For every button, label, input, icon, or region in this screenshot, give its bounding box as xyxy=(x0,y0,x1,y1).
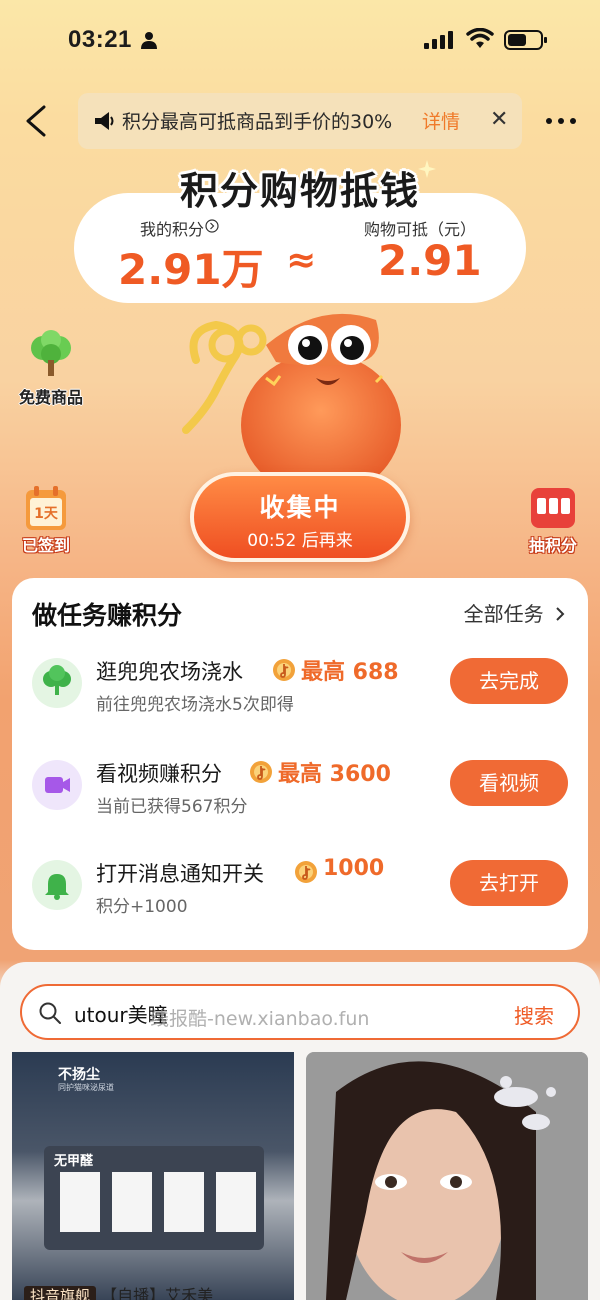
collect-status-text: 收集中 xyxy=(259,493,341,522)
task-action-button[interactable]: 去打开 xyxy=(450,860,568,906)
product-image-subline: 同护猫咪泌尿道 xyxy=(58,1083,114,1092)
deduct-value: 2.91 xyxy=(378,236,482,285)
task-item: 打开消息通知开关 1000 积分+1000 去打开 xyxy=(12,856,588,950)
bell-icon xyxy=(45,874,69,900)
tasks-title: 做任务赚积分 xyxy=(32,601,183,630)
task-icon-bg xyxy=(32,760,82,810)
tree-icon xyxy=(31,330,71,376)
free-goods-entry[interactable]: 免费商品 xyxy=(14,330,88,408)
points-coin-icon xyxy=(295,861,317,883)
signed-in-label: 已签到 xyxy=(21,536,70,555)
certificate-image xyxy=(112,1172,152,1232)
product-image-headline: 不扬尘 xyxy=(58,1067,100,1083)
points-notice-banner: 积分最高可抵商品到手价的30% 详情 ✕ xyxy=(78,93,522,149)
product-panel-title: 无甲醛 xyxy=(54,1154,94,1169)
points-coin-icon xyxy=(273,659,295,681)
status-bar: 03:21 xyxy=(0,0,600,80)
draw-points-entry[interactable]: 抽积分 xyxy=(520,486,586,556)
certificate-image xyxy=(60,1172,100,1232)
task-desc: 前往兜兜农场浇水5次即得 xyxy=(96,695,294,715)
sparkle-icon xyxy=(418,160,436,178)
task-item: 看视频赚积分 最高 3600 当前已获得567积分 看视频 xyxy=(12,760,588,850)
points-bag-mascot[interactable] xyxy=(156,300,456,500)
notice-detail-link[interactable]: 详情 xyxy=(422,107,460,134)
megaphone-icon xyxy=(95,112,114,130)
video-camera-icon xyxy=(45,777,70,793)
tree-icon xyxy=(43,665,71,695)
more-options-icon[interactable] xyxy=(544,110,578,132)
wifi-icon xyxy=(466,28,494,48)
search-button[interactable]: 搜索 xyxy=(514,1000,554,1029)
person-icon xyxy=(141,32,157,49)
product-caption: 抖音旗舰 【自播】艾禾美 xyxy=(24,1282,213,1300)
task-icon-bg xyxy=(32,658,82,708)
approx-sign: ≈ xyxy=(286,240,317,281)
product-photo xyxy=(306,1052,588,1300)
cellular-signal-icon xyxy=(424,31,453,49)
draw-points-label: 抽积分 xyxy=(528,536,577,555)
calendar-icon: 1天 xyxy=(26,486,66,530)
task-item: 逛兜兜农场浇水 最高 688 前往兜兜农场浇水5次即得 去完成 xyxy=(12,658,588,748)
task-icon-bg xyxy=(32,860,82,910)
watermark-text: 线报酷-new.xianbao.fun xyxy=(150,1008,370,1030)
collect-points-button[interactable]: 收集中 00:52 后再来 xyxy=(190,472,410,562)
product-caption-text: 【自播】艾禾美 xyxy=(101,1286,214,1300)
notice-close-button[interactable]: ✕ xyxy=(490,107,508,133)
task-title: 看视频赚积分 xyxy=(96,762,222,786)
certificate-image xyxy=(216,1172,256,1232)
task-action-button[interactable]: 去完成 xyxy=(450,658,568,704)
task-title: 打开消息通知开关 xyxy=(96,862,264,886)
collect-countdown: 00:52 后再来 xyxy=(247,531,353,551)
certificate-image xyxy=(164,1172,204,1232)
task-reward: 1000 xyxy=(323,856,385,881)
slot-machine-icon xyxy=(531,488,575,528)
store-badge: 抖音旗舰 xyxy=(24,1286,97,1300)
notice-message: 积分最高可抵商品到手价的30% xyxy=(122,111,393,133)
tasks-card: 做任务赚积分 全部任务 逛兜兜农场浇水 最高 688 前往兜兜农场浇水5次即得 … xyxy=(12,578,588,950)
task-desc: 当前已获得567积分 xyxy=(96,797,248,817)
battery-icon xyxy=(504,30,547,50)
all-tasks-link[interactable]: 全部任务 xyxy=(464,598,566,627)
search-icon xyxy=(39,1002,61,1024)
task-reward: 最高 3600 xyxy=(278,762,391,787)
chevron-circle-icon[interactable] xyxy=(205,219,219,233)
task-action-button[interactable]: 看视频 xyxy=(450,760,568,806)
chevron-right-icon xyxy=(556,607,565,621)
product-card[interactable] xyxy=(306,1052,588,1300)
all-tasks-label: 全部任务 xyxy=(463,602,544,626)
status-time: 03:21 xyxy=(68,26,132,53)
page-title: 积分购物抵钱 xyxy=(179,169,420,213)
my-points-value: 2.91万 xyxy=(118,245,264,294)
task-title: 逛兜兜农场浇水 xyxy=(96,660,243,684)
task-desc: 积分+1000 xyxy=(96,897,188,917)
points-coin-icon xyxy=(250,761,272,783)
free-goods-label: 免费商品 xyxy=(18,388,83,407)
calendar-day-text: 1天 xyxy=(34,506,59,522)
sign-in-entry[interactable]: 1天 已签到 xyxy=(12,484,80,556)
back-arrow-icon[interactable] xyxy=(22,104,50,138)
task-reward: 最高 688 xyxy=(301,660,399,685)
product-card[interactable]: 不扬尘 同护猫咪泌尿道 无甲醛 xyxy=(12,1052,294,1300)
